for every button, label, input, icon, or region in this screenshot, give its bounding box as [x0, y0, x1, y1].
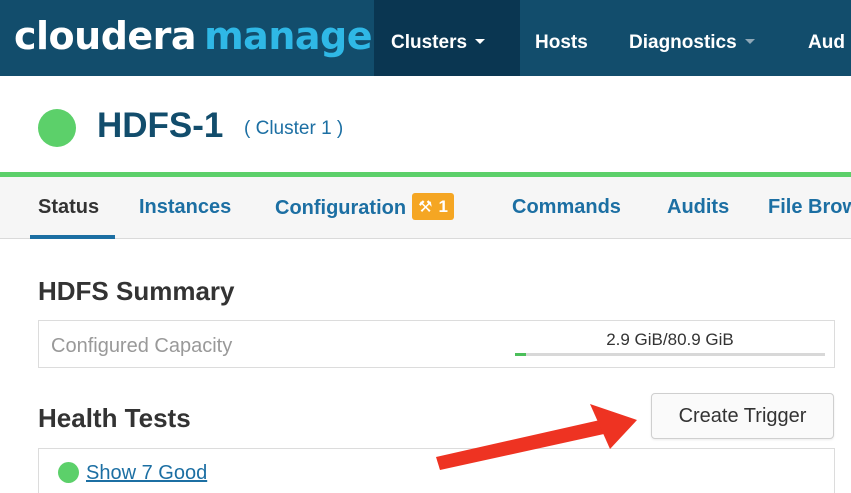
- arrow-head: [590, 404, 637, 449]
- tab-bar: Status Instances Configuration ⚒ 1 Command…: [0, 177, 851, 239]
- tab-file-browser[interactable]: File Brow: [768, 195, 851, 219]
- nav-hosts-label: Hosts: [535, 32, 588, 53]
- cluster-link[interactable]: ( Cluster 1 ): [244, 117, 343, 141]
- nav-audits-label: Aud: [808, 32, 845, 53]
- configured-capacity-panel: Configured Capacity 2.9 GiB/80.9 GiB: [38, 320, 835, 368]
- health-tests-heading: Health Tests: [38, 403, 191, 433]
- capacity-bar-fill: [515, 353, 527, 356]
- show-good-link[interactable]: Show 7 Good: [86, 461, 207, 485]
- cluster-status-icon: [38, 109, 76, 147]
- tab-commands[interactable]: Commands: [512, 195, 621, 219]
- create-trigger-button[interactable]: Create Trigger: [651, 393, 834, 439]
- nav-diagnostics[interactable]: Diagnostics: [629, 0, 755, 76]
- tab-configuration[interactable]: Configuration ⚒ 1: [275, 193, 454, 222]
- nav-clusters[interactable]: Clusters: [374, 0, 520, 76]
- health-tests-panel: Show 7 Good: [38, 448, 835, 493]
- chevron-down-icon: [744, 39, 755, 45]
- nav-diagnostics-label: Diagnostics: [629, 32, 737, 53]
- configured-capacity-value: 2.9 GiB/80.9 GiB: [606, 330, 734, 349]
- active-tab-indicator: [30, 235, 115, 239]
- tab-instances[interactable]: Instances: [139, 195, 231, 219]
- nav-hosts[interactable]: Hosts: [535, 0, 588, 76]
- tab-audits[interactable]: Audits: [667, 195, 729, 219]
- nav-audits[interactable]: Aud: [808, 0, 845, 76]
- tools-icon: ⚒: [418, 199, 433, 216]
- hdfs-summary-heading: HDFS Summary: [38, 276, 235, 306]
- tab-configuration-label: Configuration: [275, 196, 407, 219]
- configured-capacity-label: Configured Capacity: [51, 335, 233, 357]
- capacity-bar: [515, 353, 825, 356]
- cloudera-manager-logo[interactable]: cloudera manager: [14, 14, 391, 58]
- config-issues-badge[interactable]: ⚒ 1: [412, 193, 454, 220]
- config-issues-count: 1: [438, 197, 448, 216]
- top-navbar: cloudera manager Clusters Hosts Diagnosti…: [0, 0, 851, 76]
- page-title: HDFS-1: [97, 106, 224, 145]
- logo-cloudera: cloudera: [14, 14, 197, 58]
- chevron-down-icon: [475, 39, 486, 45]
- nav-clusters-label: Clusters: [391, 32, 468, 53]
- good-status-icon: [58, 462, 79, 483]
- tab-status[interactable]: Status: [38, 195, 99, 219]
- logo-manager: manager: [204, 14, 391, 58]
